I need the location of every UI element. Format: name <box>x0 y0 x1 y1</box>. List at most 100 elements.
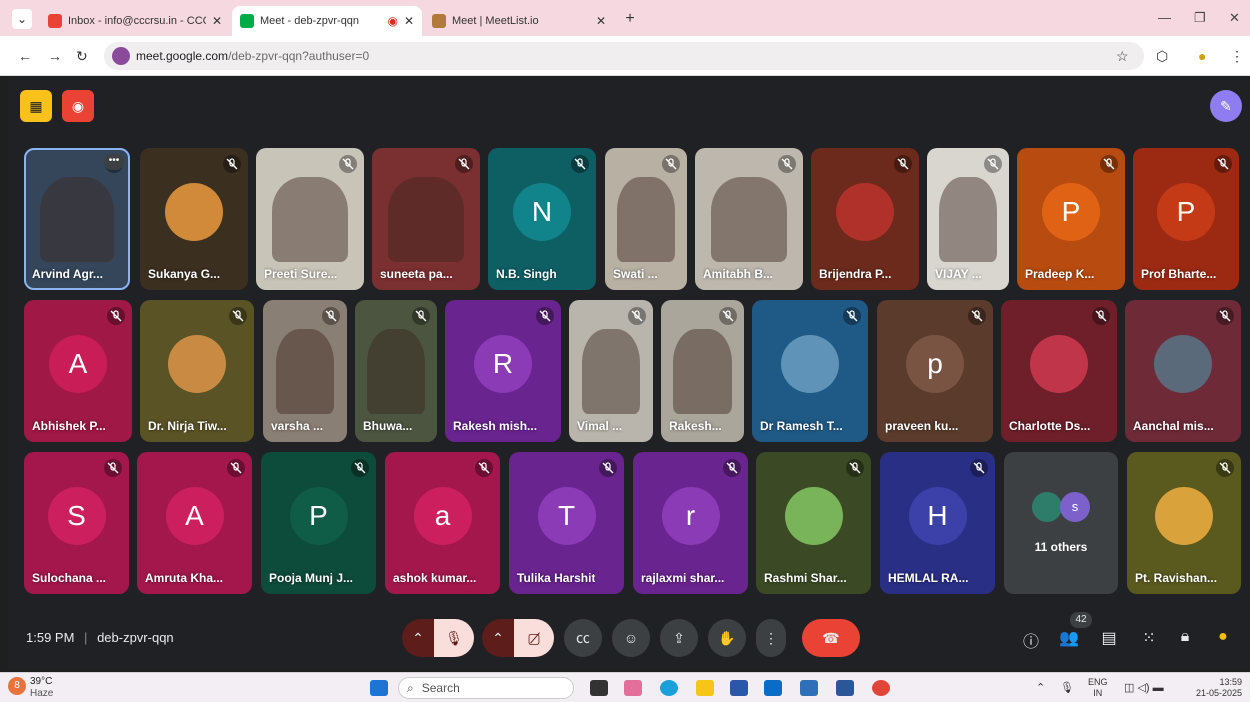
weather-badge[interactable]: 8 <box>8 677 26 695</box>
recording-indicator-icon[interactable]: ◉ <box>62 90 94 122</box>
participant-tile[interactable]: P Pooja Munj J... <box>261 452 376 594</box>
participant-tile[interactable]: P Prof Bharte... <box>1133 148 1239 290</box>
copilot-icon[interactable] <box>624 680 642 696</box>
participant-tile[interactable]: S Sulochana ... <box>24 452 129 594</box>
participant-name: Prof Bharte... <box>1141 267 1217 281</box>
tab-meetlist[interactable]: Meet | MeetList.io ✕ <box>424 6 614 36</box>
participant-tile[interactable]: suneeta pa... <box>372 148 480 290</box>
participant-tile[interactable]: Charlotte Ds... <box>1001 300 1117 442</box>
participant-tile[interactable]: Amitabh B... <box>695 148 803 290</box>
participant-name: Dr Ramesh T... <box>760 419 843 433</box>
host-lock-icon[interactable]: 🔒︎ <box>1174 628 1196 650</box>
participant-tile[interactable]: P Pradeep K... <box>1017 148 1125 290</box>
participant-tile[interactable]: H HEMLAL RA... <box>880 452 995 594</box>
end-call-button[interactable]: ☎ <box>802 619 860 657</box>
new-tab-button[interactable]: + <box>620 9 640 29</box>
present-button[interactable]: ⇪ <box>660 619 698 657</box>
activities-icon[interactable]: ⁙ <box>1138 628 1160 650</box>
file-explorer-icon[interactable] <box>696 680 714 696</box>
participant-tile[interactable]: Pt. Ravishan... <box>1127 452 1241 594</box>
clock[interactable]: 13:59 21-05-2025 <box>1186 677 1242 699</box>
close-tab-icon[interactable]: ✕ <box>212 14 222 28</box>
participant-tile[interactable]: Dr Ramesh T... <box>752 300 868 442</box>
mic-off-button[interactable]: 🎙︎ <box>434 619 474 657</box>
task-view-icon[interactable] <box>590 680 608 696</box>
edge-icon[interactable] <box>660 680 678 696</box>
language-indicator[interactable]: ENG IN <box>1088 677 1108 699</box>
close-tab-icon[interactable]: ✕ <box>596 14 606 28</box>
participant-tile[interactable]: Dr. Nirja Tiw... <box>140 300 254 442</box>
weather-widget[interactable]: 39°C Haze <box>30 676 53 700</box>
participant-tile[interactable]: a ashok kumar... <box>385 452 500 594</box>
participant-avatar: A <box>49 335 107 393</box>
reload-icon[interactable]: ↻ <box>76 48 88 65</box>
participant-tile[interactable]: Bhuwa... <box>355 300 437 442</box>
forward-icon[interactable]: → <box>48 48 62 64</box>
word-icon[interactable] <box>836 680 854 696</box>
participant-name: HEMLAL RA... <box>888 571 969 585</box>
raise-hand-button[interactable]: ✋ <box>708 619 746 657</box>
notification-bulb-icon[interactable]: ● <box>1212 628 1234 650</box>
participant-tile[interactable]: p praveen ku... <box>877 300 993 442</box>
tray-mic-icon[interactable]: 🎙︎ <box>1060 681 1074 694</box>
tab-gmail[interactable]: Inbox - info@cccrsu.in - CCCRS ✕ <box>40 6 230 36</box>
store-icon[interactable] <box>730 680 748 696</box>
more-options-button[interactable]: ⋮ <box>756 619 786 657</box>
participant-tile[interactable]: Aanchal mis... <box>1125 300 1241 442</box>
participant-name: Arvind Agr... <box>32 267 103 281</box>
close-window-icon[interactable]: ✕ <box>1229 10 1240 26</box>
tab-meet[interactable]: Meet - deb-zpvr-qqn ◉ ✕ <box>232 6 422 36</box>
participant-tile[interactable]: Arvind Agr... ••• <box>24 148 130 290</box>
participant-tile[interactable]: Swati ... <box>605 148 687 290</box>
chrome-icon[interactable] <box>872 680 890 696</box>
participant-tile[interactable]: Rakesh... <box>661 300 744 442</box>
camera-off-button[interactable]: ▢̸ <box>514 619 554 657</box>
participant-tile[interactable]: Sukanya G... <box>140 148 248 290</box>
participant-tile[interactable]: VIJAY ... <box>927 148 1009 290</box>
participant-photo <box>1155 487 1213 545</box>
mic-muted-icon <box>984 155 1002 173</box>
participant-tile[interactable]: s 11 others <box>1004 452 1118 594</box>
extensions-icon[interactable]: ⬡ <box>1156 48 1168 65</box>
participant-tile[interactable]: R Rakesh mish... <box>445 300 561 442</box>
tray-chevron-icon[interactable]: ⌃ <box>1036 681 1045 694</box>
tab-search-chevron-icon[interactable]: ⌄ <box>12 9 32 29</box>
url-field[interactable]: meet.google.com/deb-zpvr-qqn?authuser=0 <box>104 42 1144 70</box>
participant-tile[interactable]: Brijendra P... <box>811 148 919 290</box>
participant-tile[interactable]: Vimal ... <box>569 300 653 442</box>
tab-title: Meet - deb-zpvr-qqn <box>260 15 360 27</box>
people-icon[interactable]: 👥 <box>1058 628 1080 650</box>
host-controls-icon[interactable]: ✎ <box>1210 90 1242 122</box>
meeting-details-icon[interactable]: ⓘ <box>1020 628 1042 651</box>
bookmark-star-icon[interactable]: ☆ <box>1116 48 1129 65</box>
taskbar-search[interactable]: ⌕ Search <box>398 677 574 699</box>
close-tab-icon[interactable]: ✕ <box>404 14 414 28</box>
participant-tile[interactable]: N N.B. Singh <box>488 148 596 290</box>
outlook-icon[interactable] <box>764 680 782 696</box>
whiteboard-icon[interactable] <box>800 680 818 696</box>
participant-tile[interactable]: T Tulika Harshit <box>509 452 624 594</box>
video-options-chevron[interactable]: ⌃ <box>482 619 514 657</box>
participant-tile[interactable]: A Amruta Kha... <box>137 452 252 594</box>
participant-tile[interactable]: Preeti Sure... <box>256 148 364 290</box>
mic-muted-icon <box>894 155 912 173</box>
participant-tile[interactable]: r rajlaxmi shar... <box>633 452 748 594</box>
participant-tile[interactable]: varsha ... <box>263 300 347 442</box>
audio-options-chevron[interactable]: ⌃ <box>402 619 434 657</box>
participant-tile[interactable]: Rashmi Shar... <box>756 452 871 594</box>
maximize-icon[interactable]: ❐ <box>1194 10 1206 26</box>
chrome-menu-icon[interactable]: ⋮ <box>1230 48 1244 65</box>
mic-muted-icon <box>351 459 369 477</box>
reactions-button[interactable]: ☺ <box>612 619 650 657</box>
start-icon[interactable] <box>370 680 388 696</box>
minimize-icon[interactable]: — <box>1158 10 1171 25</box>
participant-tile[interactable]: A Abhishek P... <box>24 300 132 442</box>
profile-icon[interactable]: ● <box>1198 48 1206 64</box>
site-info-icon[interactable] <box>112 47 130 65</box>
tile-more-options-icon[interactable]: ••• <box>104 154 124 170</box>
captions-button[interactable]: ㏄ <box>564 619 602 657</box>
hide-self-view-icon[interactable]: ▦ <box>20 90 52 122</box>
chat-icon[interactable]: ▤ <box>1098 628 1120 650</box>
network-volume-icon[interactable]: ◫ ◁) ▬ <box>1124 681 1164 694</box>
back-icon[interactable]: ← <box>18 48 32 64</box>
